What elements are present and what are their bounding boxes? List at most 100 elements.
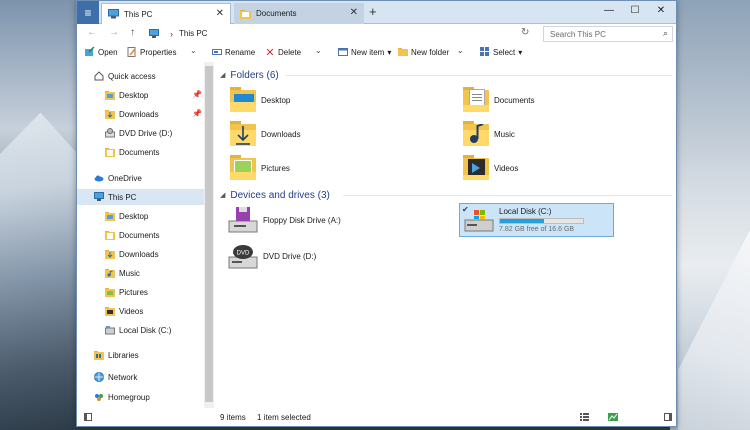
- nav-pc-music[interactable]: Music: [105, 265, 235, 281]
- close-tab-icon[interactable]: ✕: [216, 8, 224, 19]
- delete-button[interactable]: ✕ Delete: [265, 45, 301, 59]
- homegroup-icon: [95, 394, 103, 401]
- folder-tile-downloads[interactable]: Downloads: [230, 118, 301, 150]
- nav-pc-local-disk[interactable]: Local Disk (C:): [105, 322, 235, 338]
- computer-icon: [108, 9, 119, 19]
- select-button[interactable]: Select ▾: [480, 45, 522, 59]
- tab-this-pc[interactable]: This PC ✕: [101, 3, 231, 24]
- disk-usage-bar: [499, 218, 584, 224]
- libraries-icon: [94, 351, 104, 360]
- maximize-button[interactable]: ☐: [627, 5, 643, 16]
- large-icons-view-icon[interactable]: [608, 413, 618, 421]
- checkbox-checked-icon[interactable]: ✔: [462, 205, 469, 214]
- address-bar[interactable]: › This PC: [164, 26, 535, 41]
- nav-quick-desktop[interactable]: Desktop 📌: [105, 87, 205, 103]
- desktop-folder-icon: [230, 86, 256, 114]
- nav-label: Network: [108, 372, 138, 382]
- music-folder-icon: [463, 120, 489, 148]
- search-icon[interactable]: ⌕: [663, 28, 668, 39]
- downloads-folder-icon: [105, 110, 115, 119]
- delete-label: Delete: [278, 47, 302, 57]
- properties-button[interactable]: Properties: [127, 45, 176, 59]
- new-folder-button[interactable]: New folder: [398, 45, 449, 59]
- pin-icon[interactable]: 📌: [192, 90, 202, 99]
- downloads-folder-icon: [230, 120, 256, 148]
- new-tab-button[interactable]: +: [369, 4, 377, 19]
- up-button[interactable]: ↑: [130, 27, 135, 38]
- group-header-label: Folders (6): [230, 69, 279, 81]
- breadcrumb-this-pc[interactable]: This PC: [179, 29, 207, 38]
- nav-label: Downloads: [119, 249, 159, 259]
- delete-dropdown-icon[interactable]: ⌄: [315, 46, 322, 55]
- back-button[interactable]: ←: [87, 27, 97, 38]
- devices-group-header[interactable]: ◢ Devices and drives (3): [220, 188, 330, 202]
- network-icon: [94, 372, 104, 382]
- file-explorer-window: ≡ This PC ✕ Documents ✕ + — ☐ ✕ ← → ↑ › …: [76, 0, 677, 427]
- local-disk-info: Local Disk (C:) 7.82 GB free of 16.6 GB: [499, 207, 584, 233]
- folders-group-header[interactable]: ◢ Folders (6): [220, 68, 279, 82]
- nav-pc-documents[interactable]: Documents: [105, 227, 235, 243]
- nav-label: DVD Drive (D:): [119, 128, 173, 138]
- folder-tile-documents[interactable]: Documents: [463, 84, 534, 116]
- refresh-button[interactable]: ↻: [521, 27, 529, 38]
- nav-label: Pictures: [119, 287, 148, 297]
- folder-label: Downloads: [261, 129, 301, 139]
- minimize-button[interactable]: —: [601, 5, 617, 16]
- dvd-drive-icon: DVD: [228, 245, 258, 269]
- nav-quick-documents[interactable]: Documents: [105, 144, 235, 160]
- folder-tile-music[interactable]: Music: [463, 118, 515, 150]
- downloads-folder-icon: [105, 250, 115, 259]
- navigation-pane-toggle-icon[interactable]: [84, 413, 92, 421]
- open-label: Open: [98, 47, 118, 57]
- drive-tile-local-disk[interactable]: ✔ Local Disk (C:) 7.82 GB free of 16.6 G…: [459, 203, 614, 237]
- nav-pc-desktop[interactable]: Desktop: [105, 208, 235, 224]
- drive-free-space: 7.82 GB free of 16.6 GB: [499, 226, 575, 233]
- nav-scrollbar-thumb[interactable]: [205, 66, 213, 402]
- hamburger-menu-button[interactable]: ≡: [77, 1, 99, 24]
- close-window-button[interactable]: ✕: [653, 5, 669, 16]
- search-input[interactable]: Search This PC ⌕: [543, 26, 673, 42]
- new-folder-dropdown-icon[interactable]: ⌄: [457, 46, 464, 55]
- nav-label: Videos: [119, 306, 144, 316]
- videos-folder-icon: [105, 307, 115, 316]
- details-view-icon[interactable]: [580, 413, 589, 421]
- nav-quick-dvd-drive[interactable]: DVD Drive (D:): [105, 125, 235, 141]
- documents-folder-icon: [463, 86, 489, 114]
- nav-pc-videos[interactable]: Videos: [105, 303, 235, 319]
- open-button[interactable]: Open: [85, 45, 118, 59]
- group-divider: [343, 195, 672, 196]
- folder-icon: [240, 9, 251, 19]
- folder-tile-videos[interactable]: Videos: [463, 152, 518, 184]
- nav-pc-downloads[interactable]: Downloads: [105, 246, 235, 262]
- forward-button[interactable]: →: [109, 27, 119, 38]
- drive-tile-dvd[interactable]: DVD DVD Drive (D:): [228, 240, 316, 272]
- nav-this-pc[interactable]: This PC: [77, 189, 204, 205]
- properties-dropdown-icon[interactable]: ⌄: [190, 46, 197, 55]
- properties-label: Properties: [140, 47, 177, 57]
- folder-tile-pictures[interactable]: Pictures: [230, 152, 290, 184]
- nav-label: Desktop: [119, 90, 149, 100]
- nav-scrollbar[interactable]: [204, 62, 214, 408]
- videos-folder-icon: [463, 154, 489, 182]
- nav-label: Homegroup: [108, 392, 150, 402]
- nav-label: Documents: [119, 147, 160, 157]
- desktop-folder-icon: [105, 91, 115, 100]
- documents-folder-icon: [105, 231, 115, 240]
- tab-documents[interactable]: Documents ✕: [234, 3, 364, 24]
- tab-label: This PC: [124, 9, 153, 19]
- preview-pane-toggle-icon[interactable]: [664, 413, 672, 421]
- drive-tile-floppy[interactable]: Floppy Disk Drive (A:): [228, 204, 341, 236]
- collapse-icon: ◢: [220, 72, 226, 79]
- rename-button[interactable]: Rename: [212, 45, 255, 59]
- nav-pc-pictures[interactable]: Pictures: [105, 284, 235, 300]
- breadcrumb-chevron-icon[interactable]: ›: [170, 29, 173, 39]
- new-item-button[interactable]: New item ▾: [338, 45, 391, 59]
- hard-drive-icon: [105, 326, 115, 335]
- close-tab-icon[interactable]: ✕: [350, 7, 358, 18]
- pin-icon[interactable]: 📌: [192, 109, 202, 118]
- navigation-pane: Quick access Desktop 📌 Downloads 📌 DVD D…: [77, 62, 214, 408]
- folder-tile-desktop[interactable]: Desktop: [230, 84, 290, 116]
- nav-quick-downloads[interactable]: Downloads 📌: [105, 106, 205, 122]
- nav-label: This PC: [108, 192, 137, 202]
- nav-label: Libraries: [108, 350, 139, 360]
